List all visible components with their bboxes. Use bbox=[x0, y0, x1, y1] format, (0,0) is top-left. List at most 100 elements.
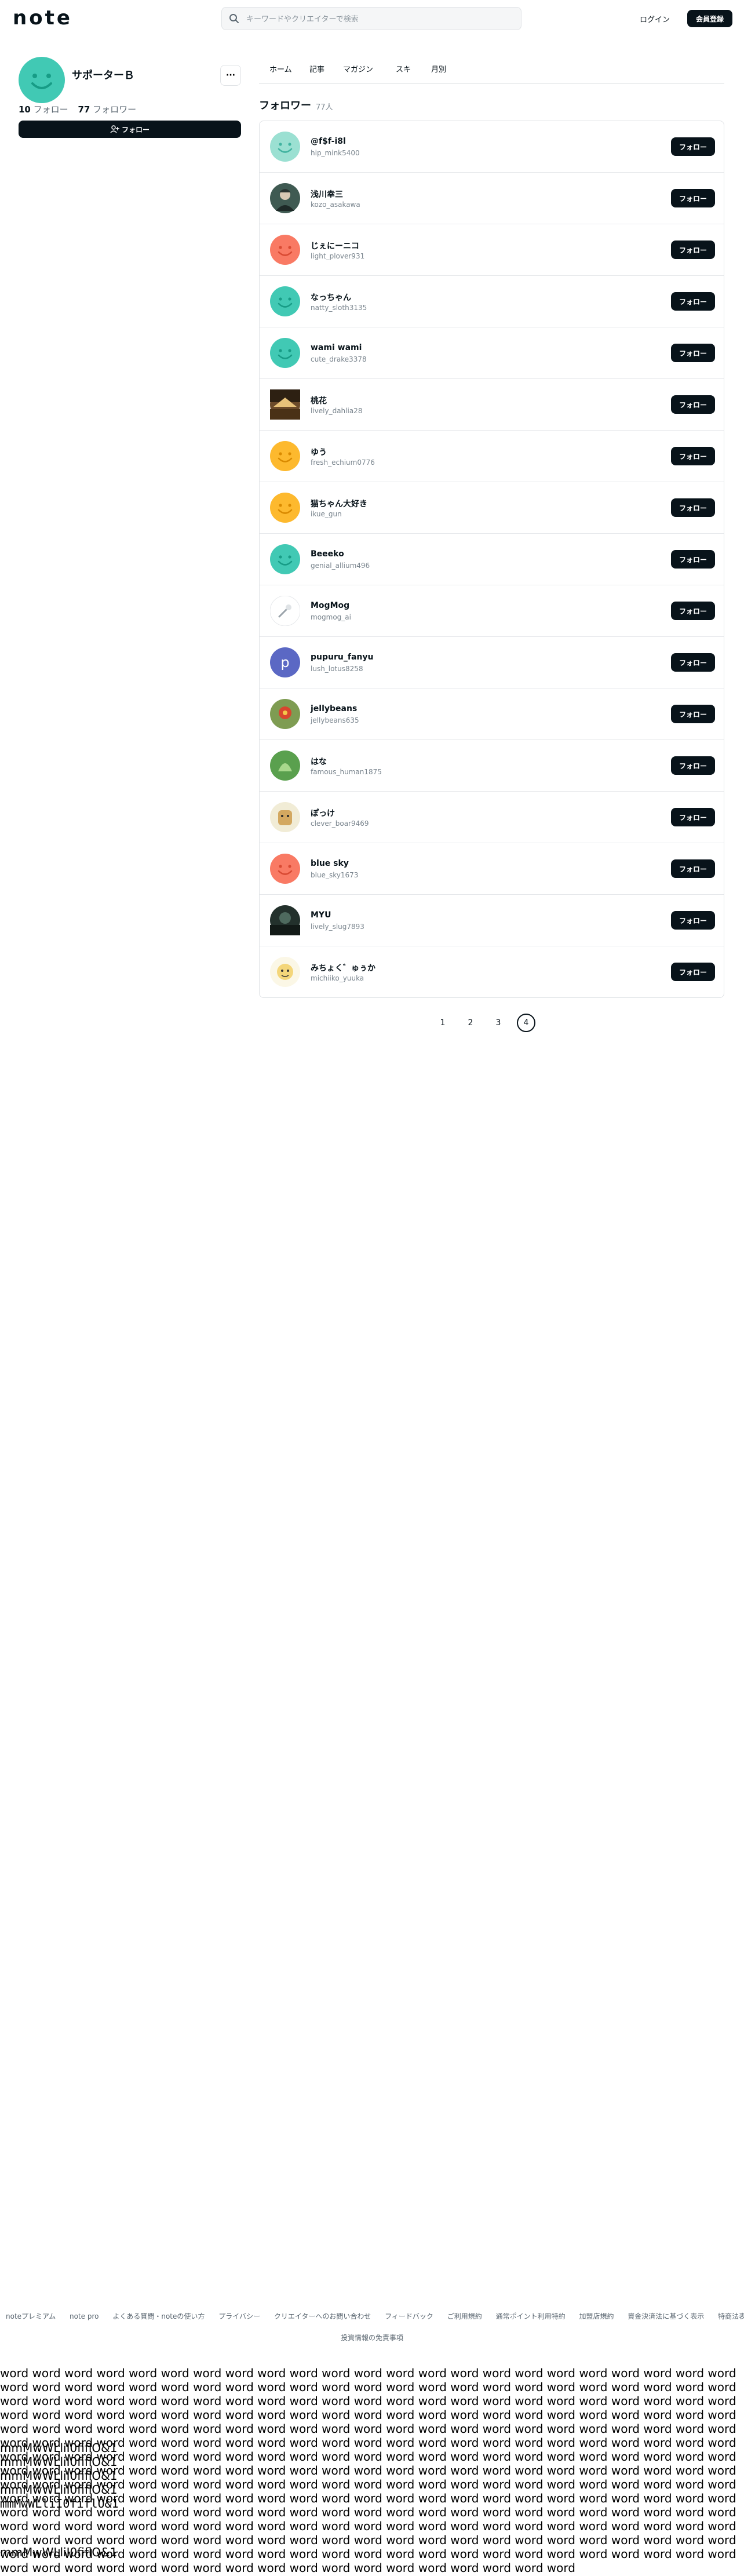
follower-avatar[interactable]: p bbox=[270, 647, 300, 677]
follower-row[interactable]: MogMog mogmog_ai フォロー bbox=[260, 585, 724, 637]
follower-name[interactable]: Beeeko bbox=[311, 549, 344, 559]
follower-avatar[interactable] bbox=[270, 750, 300, 781]
follower-row[interactable]: MYU lively_slug7893 フォロー bbox=[260, 895, 724, 946]
follower-avatar[interactable] bbox=[270, 596, 300, 626]
follower-row[interactable]: p pupuru_fanyu lush_lotus8258 フォロー bbox=[260, 637, 724, 688]
follower-follow-button[interactable]: フォロー bbox=[671, 859, 715, 878]
follower-name[interactable]: ぽっけ bbox=[311, 807, 335, 819]
follower-avatar[interactable] bbox=[270, 957, 300, 987]
follower-name[interactable]: MogMog bbox=[311, 601, 349, 610]
follower-name[interactable]: 桃花 bbox=[311, 395, 327, 406]
page-2[interactable]: 2 bbox=[461, 1014, 480, 1032]
page-3[interactable]: 3 bbox=[489, 1014, 508, 1032]
follower-name[interactable]: ゆう bbox=[311, 446, 327, 458]
footer-link-premium[interactable]: noteプレミアム bbox=[6, 2312, 56, 2320]
follower-avatar[interactable] bbox=[270, 493, 300, 523]
footer-link-terms[interactable]: ご利用規約 bbox=[447, 2312, 482, 2320]
follower-follow-button[interactable]: フォロー bbox=[671, 344, 715, 362]
follower-row[interactable]: 猫ちゃん大好き ikue_gun フォロー bbox=[260, 482, 724, 534]
follower-row[interactable]: @f$f-i8l hip_mink5400 フォロー bbox=[260, 121, 724, 173]
tab-likes[interactable]: スキ bbox=[396, 61, 411, 83]
follower-row[interactable]: wami wami cute_drake3378 フォロー bbox=[260, 327, 724, 379]
footer-link-payment[interactable]: 資金決済法に基づく表示 bbox=[628, 2312, 704, 2320]
more-options-button[interactable]: ··· bbox=[220, 65, 241, 86]
page-1[interactable]: 1 bbox=[433, 1014, 452, 1032]
follower-name[interactable]: blue sky bbox=[311, 859, 349, 868]
follower-row[interactable]: jellybeans jellybeans635 フォロー bbox=[260, 688, 724, 740]
follower-follow-button[interactable]: フォロー bbox=[671, 137, 715, 156]
search-box[interactable] bbox=[221, 7, 521, 31]
tab-home[interactable]: ホーム bbox=[269, 61, 292, 83]
follower-follow-button[interactable]: フォロー bbox=[671, 963, 715, 981]
footer-link-feedback[interactable]: フィードバック bbox=[385, 2312, 433, 2320]
note-logo[interactable]: note bbox=[13, 8, 72, 28]
follower-name[interactable]: はな bbox=[311, 756, 327, 767]
footer-link-note-pro[interactable]: note pro bbox=[70, 2312, 99, 2320]
follower-row[interactable]: なっちゃん natty_sloth3135 フォロー bbox=[260, 276, 724, 327]
follower-name[interactable]: jellybeans bbox=[311, 704, 357, 713]
follower-follow-button[interactable]: フォロー bbox=[671, 808, 715, 826]
follower-row[interactable]: 桃花 lively_dahlia28 フォロー bbox=[260, 379, 724, 431]
footer-link-disclaimer[interactable]: 投資情報の免責事項 bbox=[0, 2333, 744, 2342]
follower-avatar[interactable] bbox=[270, 235, 300, 265]
footer-link-points[interactable]: 通常ポイント利用特約 bbox=[496, 2312, 566, 2320]
follower-row[interactable]: 浅川幸三 kozo_asakawa フォロー bbox=[260, 173, 724, 224]
follower-row[interactable]: Beeeko genial_allium496 フォロー bbox=[260, 534, 724, 585]
follower-follow-button[interactable]: フォロー bbox=[671, 911, 715, 930]
follower-name[interactable]: 猫ちゃん大好き bbox=[311, 498, 367, 509]
follower-row[interactable]: みちょく゛ゅぅか michiiko_yuuka フォロー bbox=[260, 946, 724, 997]
follower-follow-button[interactable]: フォロー bbox=[671, 395, 715, 414]
footer-link-faq[interactable]: よくある質問・noteの使い方 bbox=[112, 2312, 205, 2320]
follower-follow-button[interactable]: フォロー bbox=[671, 653, 715, 672]
follower-follow-button[interactable]: フォロー bbox=[671, 241, 715, 259]
follower-row[interactable]: ぽっけ clever_boar9469 フォロー bbox=[260, 792, 724, 843]
follower-name[interactable]: 浅川幸三 bbox=[311, 188, 343, 200]
follower-count-label[interactable]: フォロワー bbox=[93, 104, 136, 115]
follower-avatar[interactable] bbox=[270, 286, 300, 316]
follower-row[interactable]: ゆう fresh_echium0776 フォロー bbox=[260, 431, 724, 482]
follower-name[interactable]: なっちゃん bbox=[311, 292, 351, 303]
tab-magazines[interactable]: マガジン bbox=[343, 61, 373, 83]
follower-follow-button[interactable]: フォロー bbox=[671, 602, 715, 620]
follower-row[interactable]: はな famous_human1875 フォロー bbox=[260, 740, 724, 792]
page-4-current[interactable]: 4 bbox=[517, 1014, 535, 1032]
follower-avatar[interactable] bbox=[270, 132, 300, 162]
follower-follow-button[interactable]: フォロー bbox=[671, 447, 715, 465]
follower-avatar[interactable] bbox=[270, 802, 300, 832]
follower-follow-button[interactable]: フォロー bbox=[671, 498, 715, 517]
footer-link-privacy[interactable]: プライバシー bbox=[218, 2312, 260, 2320]
follower-name[interactable]: みちょく゛ゅぅか bbox=[311, 962, 375, 974]
follower-follow-button[interactable]: フォロー bbox=[671, 756, 715, 775]
follower-follow-button[interactable]: フォロー bbox=[671, 189, 715, 207]
signup-button[interactable]: 会員登録 bbox=[687, 10, 732, 27]
tab-articles[interactable]: 記事 bbox=[309, 61, 324, 83]
follower-avatar[interactable] bbox=[270, 544, 300, 574]
footer-link-merchant[interactable]: 加盟店規約 bbox=[579, 2312, 614, 2320]
search-input[interactable] bbox=[245, 8, 514, 31]
follower-avatar[interactable] bbox=[270, 441, 300, 471]
follower-avatar[interactable] bbox=[270, 699, 300, 729]
footer-link-tokushoho[interactable]: 特商法表記 bbox=[718, 2312, 744, 2320]
follow-count[interactable]: 10 bbox=[19, 104, 31, 115]
follower-avatar[interactable] bbox=[270, 338, 300, 368]
footer-link-contact[interactable]: クリエイターへのお問い合わせ bbox=[274, 2312, 371, 2320]
tab-monthly[interactable]: 月別 bbox=[431, 61, 446, 83]
login-button[interactable]: ログイン bbox=[632, 10, 678, 27]
follower-avatar[interactable] bbox=[270, 183, 300, 213]
follower-name[interactable]: wami wami bbox=[311, 343, 362, 352]
follower-name[interactable]: じぇにーニコ bbox=[311, 240, 359, 252]
follower-follow-button[interactable]: フォロー bbox=[671, 705, 715, 723]
follower-avatar[interactable] bbox=[270, 854, 300, 884]
follower-avatar[interactable] bbox=[270, 905, 300, 935]
follower-row[interactable]: blue sky blue_sky1673 フォロー bbox=[260, 843, 724, 895]
follower-row[interactable]: じぇにーニコ light_plover931 フォロー bbox=[260, 224, 724, 276]
follow-count-label[interactable]: フォロー bbox=[34, 104, 68, 115]
follower-name[interactable]: @f$f-i8l bbox=[311, 137, 346, 146]
profile-follow-button[interactable]: フォロー bbox=[19, 121, 241, 138]
follower-name[interactable]: MYU bbox=[311, 910, 331, 920]
follower-follow-button[interactable]: フォロー bbox=[671, 292, 715, 311]
follower-avatar[interactable] bbox=[270, 389, 300, 420]
follower-count[interactable]: 77 bbox=[78, 104, 90, 115]
follower-name[interactable]: pupuru_fanyu bbox=[311, 653, 373, 662]
follower-follow-button[interactable]: フォロー bbox=[671, 550, 715, 569]
